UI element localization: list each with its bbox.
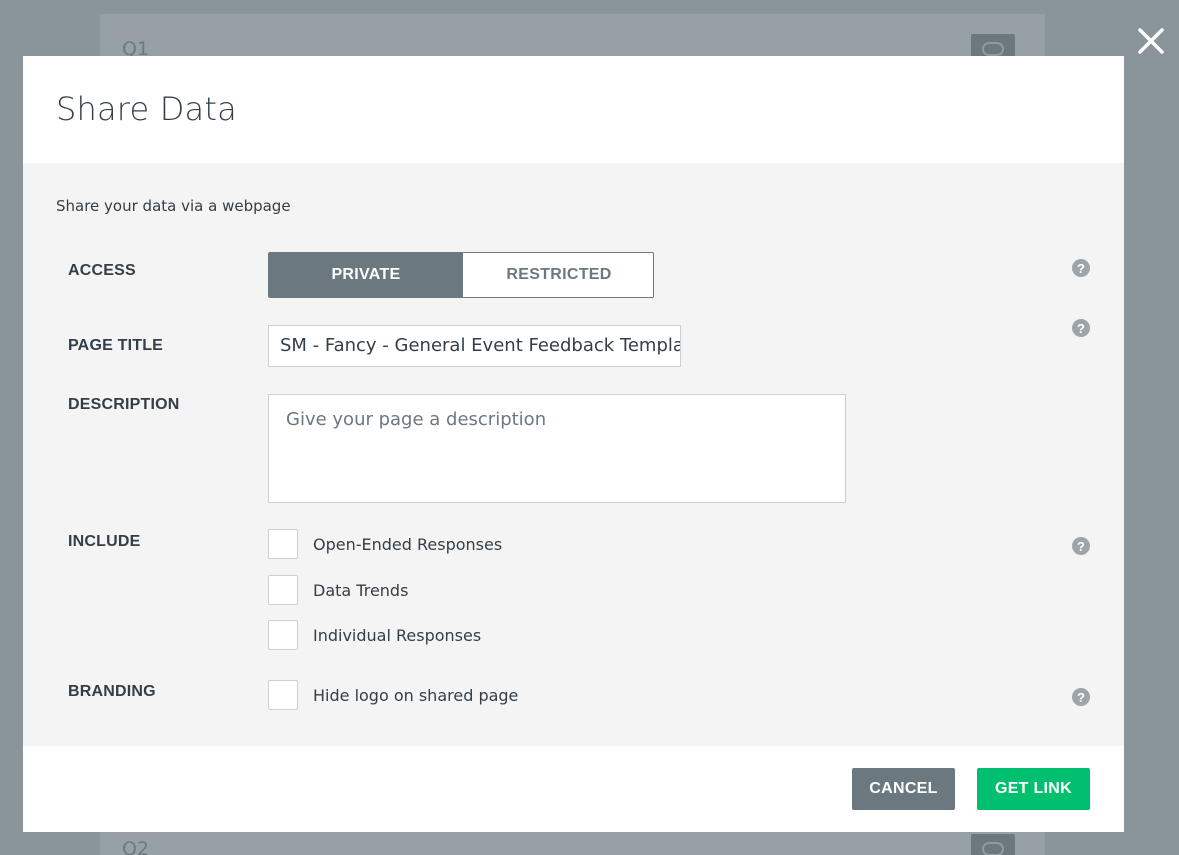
background-question-card: Q2 xyxy=(100,828,1045,855)
modal-header: Share Data xyxy=(23,56,1124,163)
branding-label: BRANDING xyxy=(68,683,156,700)
branding-option: Hide logo on shared page xyxy=(268,680,518,710)
include-individual-option: Individual Responses xyxy=(268,620,481,650)
access-toggle: PRIVATE RESTRICTED xyxy=(268,252,654,298)
help-icon[interactable]: ? xyxy=(1072,688,1090,706)
description-label: DESCRIPTION xyxy=(68,396,180,413)
comment-button xyxy=(971,834,1015,855)
close-icon[interactable] xyxy=(1136,26,1166,56)
hide-logo-label: Hide logo on shared page xyxy=(313,685,519,705)
data-trends-label: Data Trends xyxy=(313,580,409,600)
question-number: Q2 xyxy=(122,838,150,855)
description-textarea[interactable] xyxy=(268,394,846,503)
open-ended-checkbox[interactable] xyxy=(268,529,298,559)
include-data-trends-option: Data Trends xyxy=(268,575,408,605)
get-link-button[interactable]: GET LINK xyxy=(977,768,1090,810)
help-icon[interactable]: ? xyxy=(1072,259,1090,277)
help-icon[interactable]: ? xyxy=(1072,319,1090,337)
intro-text: Share your data via a webpage xyxy=(56,197,291,215)
include-open-ended-option: Open-Ended Responses xyxy=(268,529,502,559)
open-ended-label: Open-Ended Responses xyxy=(313,534,503,554)
page-title-input[interactable]: SM - Fancy - General Event Feedback Temp… xyxy=(268,325,681,367)
hide-logo-checkbox[interactable] xyxy=(268,680,298,710)
comment-icon xyxy=(982,842,1004,855)
comment-icon xyxy=(982,42,1004,56)
modal-body: Share your data via a webpage ACCESS PRI… xyxy=(23,163,1124,746)
include-label: INCLUDE xyxy=(68,533,141,550)
modal-title: Share Data xyxy=(56,90,237,128)
page-title-label: PAGE TITLE xyxy=(68,337,164,354)
access-restricted-button[interactable]: RESTRICTED xyxy=(463,253,653,297)
data-trends-checkbox[interactable] xyxy=(268,575,298,605)
individual-responses-label: Individual Responses xyxy=(313,625,482,645)
cancel-button[interactable]: CANCEL xyxy=(852,768,955,810)
individual-responses-checkbox[interactable] xyxy=(268,620,298,650)
access-private-button[interactable]: PRIVATE xyxy=(269,253,463,297)
access-label: ACCESS xyxy=(68,262,136,279)
modal-footer: CANCEL GET LINK xyxy=(23,746,1124,832)
share-data-modal: Share Data Share your data via a webpage… xyxy=(23,56,1124,832)
help-icon[interactable]: ? xyxy=(1072,537,1090,555)
